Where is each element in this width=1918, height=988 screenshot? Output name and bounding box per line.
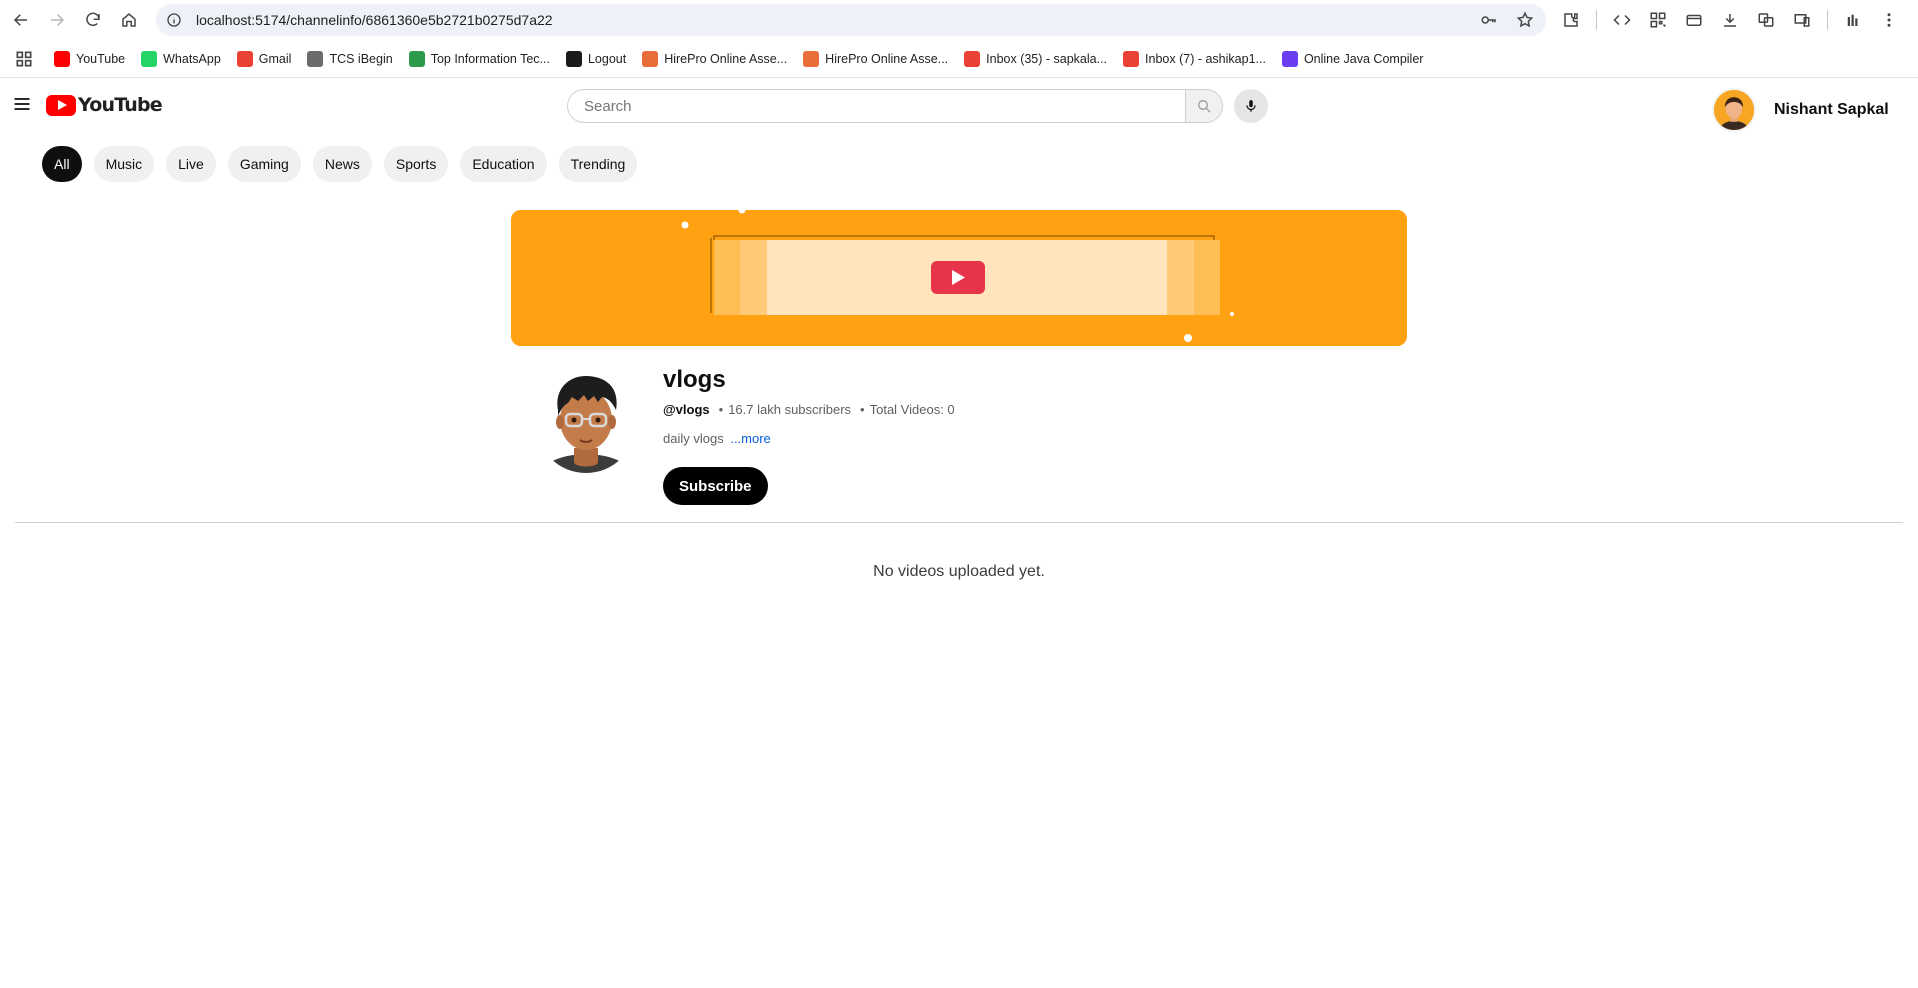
hamburger-menu-icon[interactable]	[12, 94, 32, 114]
url-text[interactable]: localhost:5174/channelinfo/6861360e5b272…	[196, 12, 553, 28]
gmail-icon	[1123, 50, 1140, 67]
payment-card-icon[interactable]	[1683, 9, 1705, 31]
chip-gaming[interactable]: Gaming	[227, 146, 301, 182]
chip-all[interactable]: All	[42, 146, 82, 182]
bookmark-item[interactable]: HirePro Online Asse...	[642, 50, 788, 67]
toolbar-divider	[1827, 10, 1828, 30]
toolbar-divider	[1596, 10, 1597, 30]
bookmark-item[interactable]: YouTube	[54, 50, 126, 67]
site-header: YouTube Nishant Sapkal	[0, 78, 1918, 134]
bookmark-label: WhatsApp	[163, 51, 221, 66]
banner-illustration	[511, 210, 1407, 346]
logo-text: YouTube	[78, 94, 163, 116]
bookmark-star-icon[interactable]	[1516, 11, 1534, 29]
section-divider	[15, 522, 1903, 523]
reload-icon[interactable]	[75, 2, 111, 38]
user-profile[interactable]: Nishant Sapkal	[1712, 88, 1889, 132]
chip-trending[interactable]: Trending	[558, 146, 638, 182]
voice-search-button[interactable]	[1234, 89, 1268, 123]
search-bar	[567, 89, 1268, 123]
youtube-logo[interactable]: YouTube	[46, 94, 163, 116]
microphone-icon	[1246, 100, 1256, 112]
channel-banner	[511, 210, 1407, 346]
bookmark-label: TCS iBegin	[329, 51, 393, 66]
site-info-icon[interactable]	[166, 12, 182, 28]
bookmark-label: Online Java Compiler	[1303, 51, 1424, 66]
subscriber-count: 16.7 lakh subscribers	[728, 402, 852, 417]
devtools-icon[interactable]	[1611, 9, 1633, 31]
address-bar[interactable]: localhost:5174/channelinfo/6861360e5b272…	[156, 4, 1546, 36]
bookmark-item[interactable]: WhatsApp	[141, 50, 221, 67]
apps-grid-icon[interactable]	[14, 49, 34, 69]
user-name[interactable]: Nishant Sapkal	[1774, 101, 1889, 119]
bookmark-label: Top Information Tec...	[430, 51, 550, 66]
chip-news[interactable]: News	[312, 146, 372, 182]
key-icon[interactable]	[1480, 11, 1498, 29]
whatsapp-icon	[141, 50, 158, 67]
bookmark-item[interactable]: Inbox (7) - ashikap1...	[1123, 50, 1266, 67]
more-link[interactable]: ...more	[730, 431, 770, 446]
gmail-icon	[964, 50, 981, 67]
chip-music[interactable]: Music	[93, 146, 155, 182]
hirepro-icon	[642, 50, 659, 67]
browser-toolbar: localhost:5174/channelinfo/6861360e5b272…	[0, 0, 1918, 40]
forward-icon[interactable]	[39, 2, 75, 38]
bookmark-item[interactable]: Top Information Tec...	[408, 50, 550, 67]
user-avatar[interactable]	[1712, 88, 1756, 132]
browser-actions	[1560, 0, 1900, 40]
search-button[interactable]	[1185, 89, 1223, 123]
bookmark-item[interactable]: Logout	[565, 50, 627, 67]
profile-icon[interactable]	[1842, 9, 1864, 31]
meta-separator: •	[718, 402, 724, 417]
qr-code-icon[interactable]	[1647, 9, 1669, 31]
tcs-icon	[307, 50, 324, 67]
bookmark-label: YouTube	[76, 51, 126, 66]
category-chips: All Music Live Gaming News Sports Education Tre…	[42, 146, 638, 182]
bookmark-label: Inbox (35) - sapkala...	[986, 51, 1108, 66]
bookmark-label: Inbox (7) - ashikap1...	[1145, 51, 1266, 66]
bookmarks-bar: YouTube WhatsApp Gmail TCS iBegin Top Inform…	[0, 40, 1918, 78]
hirepro-icon	[803, 50, 820, 67]
description-text: daily vlogs	[663, 431, 724, 446]
cast-icon[interactable]	[1791, 9, 1813, 31]
chip-sports[interactable]: Sports	[383, 146, 449, 182]
chip-live[interactable]: Live	[166, 146, 216, 182]
search-input[interactable]	[567, 89, 1185, 123]
bookmark-label: HirePro Online Asse...	[664, 51, 788, 66]
channel-avatar[interactable]	[536, 362, 636, 484]
compiler-icon	[1281, 50, 1298, 67]
menu-kebab-icon[interactable]	[1878, 9, 1900, 31]
translate-icon[interactable]	[1755, 9, 1777, 31]
bookmark-label: Gmail	[258, 51, 292, 66]
leaf-icon	[408, 50, 425, 67]
extensions-icon[interactable]	[1560, 9, 1582, 31]
bookmark-label: HirePro Online Asse...	[825, 51, 949, 66]
meta-separator: •	[860, 402, 865, 417]
download-icon[interactable]	[1719, 9, 1741, 31]
search-icon	[1198, 100, 1211, 113]
gmail-icon	[236, 50, 253, 67]
total-videos: Total Videos: 0	[869, 402, 955, 417]
youtube-icon	[54, 50, 70, 67]
bookmark-item[interactable]: Online Java Compiler	[1281, 50, 1424, 67]
home-icon[interactable]	[111, 2, 147, 38]
bookmark-item[interactable]: TCS iBegin	[307, 50, 393, 67]
empty-videos-message: No videos uploaded yet.	[873, 563, 1045, 580]
channel-description: daily vlogs ...more	[663, 431, 771, 446]
youtube-play-icon	[46, 94, 76, 116]
bookmark-item[interactable]: Inbox (35) - sapkala...	[964, 50, 1108, 67]
bookmark-item[interactable]: HirePro Online Asse...	[803, 50, 949, 67]
channel-name: vlogs	[663, 366, 726, 393]
bookmark-item[interactable]: Gmail	[236, 50, 292, 67]
channel-handle: @vlogs	[663, 402, 710, 417]
channel-meta: @vlogs • 16.7 lakh subscribers • Total V…	[663, 402, 955, 417]
subscribe-button[interactable]: Subscribe	[663, 467, 768, 505]
bookmark-label: Logout	[587, 51, 627, 66]
chip-education[interactable]: Education	[460, 146, 547, 182]
logout-icon	[565, 50, 582, 67]
back-icon[interactable]	[3, 2, 39, 38]
